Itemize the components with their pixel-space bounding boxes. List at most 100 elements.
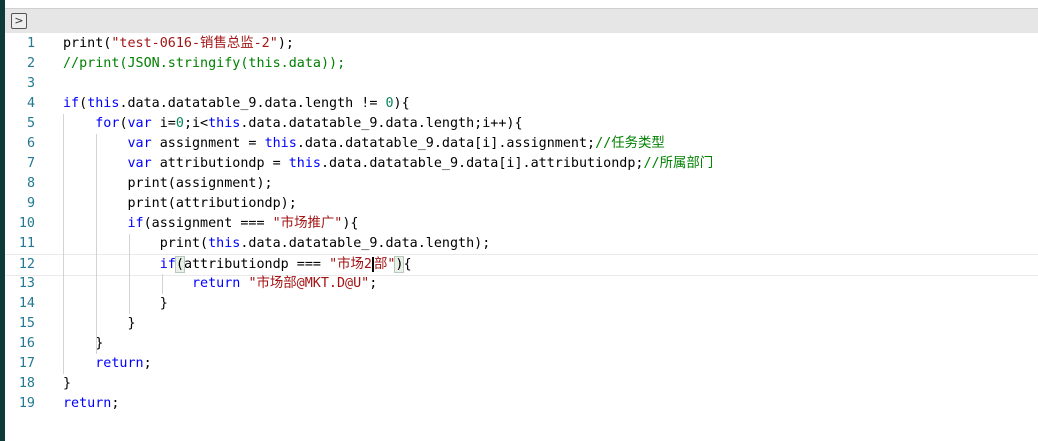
indent-guide: [96, 134, 97, 354]
line-number: 18: [18, 376, 35, 391]
code-line[interactable]: 18}: [5, 374, 1038, 394]
code-text: print("test-0616-销售总监-2");: [63, 34, 294, 54]
code-token: var: [127, 156, 152, 171]
code-line[interactable]: 5 for(var i=0;i<this.data.datatable_9.da…: [5, 114, 1038, 134]
code-line[interactable]: 10 if(assignment === "市场推广"){: [5, 214, 1038, 234]
code-text: return;: [63, 354, 152, 374]
code-line[interactable]: 11 print(this.data.datatable_9.data.leng…: [5, 234, 1038, 254]
code-token: );: [277, 36, 294, 51]
code-token: ;: [143, 356, 152, 371]
code-token: for: [95, 116, 120, 131]
line-number: 13: [18, 276, 35, 291]
code-token: print(: [63, 36, 112, 51]
line-number: 6: [26, 136, 35, 151]
code-text: for(var i=0;i<this.data.datatable_9.data…: [63, 114, 523, 134]
code-token: print(: [63, 236, 209, 251]
code-token: ;: [111, 396, 120, 411]
line-number: 16: [18, 336, 35, 351]
code-text: if(this.data.datatable_9.data.length != …: [63, 94, 410, 114]
code-token: if: [127, 216, 144, 231]
code-token: return: [192, 276, 241, 291]
code-line[interactable]: 8 print(assignment);: [5, 174, 1038, 194]
top-strip: [5, 0, 1038, 9]
code-token: }: [63, 316, 136, 331]
code-token: .data.datatable_9.data[i].assignment;: [296, 136, 596, 151]
code-token: ;: [369, 276, 378, 291]
code-line[interactable]: 17 return;: [5, 354, 1038, 374]
code-token: var: [127, 116, 152, 131]
line-number: 3: [26, 76, 35, 91]
line-number: 15: [18, 316, 35, 331]
code-token: "市场部@MKT.D@U": [248, 276, 370, 291]
code-line[interactable]: 1 print("test-0616-销售总监-2");: [5, 34, 1038, 54]
code-token: this: [288, 156, 321, 171]
code-line[interactable]: 16 }: [5, 334, 1038, 354]
code-line[interactable]: 3: [5, 74, 1038, 94]
code-line[interactable]: 14 }: [5, 294, 1038, 314]
code-token: (assignment ===: [143, 216, 273, 231]
code-text: return;: [63, 394, 119, 414]
code-token: var: [127, 136, 152, 151]
code-token: ;i<: [183, 116, 209, 131]
code-text: }: [63, 334, 103, 354]
code-token: print(attributiondp);: [63, 196, 297, 211]
code-text: //print(JSON.stringify(this.data));: [63, 54, 345, 74]
code-line[interactable]: 12 if(attributiondp === "市场2 部"){: [5, 254, 1038, 276]
code-line[interactable]: 6 var assignment = this.data.datatable_9…: [5, 134, 1038, 154]
code-token: {: [403, 257, 412, 272]
line-number: 1: [26, 36, 35, 51]
code-token: this: [264, 136, 297, 151]
code-token: ){: [393, 96, 410, 111]
line-number: 7: [26, 156, 35, 171]
line-number: 11: [18, 236, 35, 251]
code-line[interactable]: 13 return "市场部@MKT.D@U";: [5, 274, 1038, 294]
code-token: "市场2: [329, 257, 372, 272]
code-token: if: [159, 257, 176, 272]
line-number: 17: [18, 356, 35, 371]
code-line[interactable]: 15 }: [5, 314, 1038, 334]
editor-toolbar: >: [5, 9, 1038, 33]
code-token: "test-0616-销售总监-2": [111, 36, 278, 51]
code-text: }: [63, 314, 136, 334]
code-token: return: [95, 356, 144, 371]
code-line[interactable]: 19 return;: [5, 394, 1038, 414]
code-editor[interactable]: 1 print("test-0616-销售总监-2"); 2//print(JSON…: [5, 34, 1038, 441]
indent-guide: [129, 234, 130, 314]
code-text: return "市场部@MKT.D@U";: [63, 274, 377, 294]
code-token: }: [63, 336, 104, 351]
chevron-right-icon[interactable]: >: [11, 13, 27, 29]
line-number: 5: [26, 116, 35, 131]
indent-guide: [63, 114, 64, 374]
code-text: }: [63, 374, 71, 394]
code-token: 0: [385, 96, 394, 111]
code-token: attributiondp =: [151, 156, 289, 171]
code-token: //任务类型: [595, 136, 665, 151]
code-line[interactable]: 4 if(this.data.datatable_9.data.length !=…: [5, 94, 1038, 114]
code-token: (: [174, 256, 185, 273]
code-token: attributiondp ===: [183, 257, 330, 272]
code-token: this: [208, 116, 241, 131]
code-token: }: [63, 376, 72, 391]
code-token: }: [63, 296, 168, 311]
line-number: 8: [26, 176, 35, 191]
code-token: "市场推广": [272, 216, 343, 231]
line-number: 9: [26, 196, 35, 211]
line-number: 2: [26, 56, 35, 71]
code-line[interactable]: 9 print(attributiondp);: [5, 194, 1038, 214]
code-token: ){: [342, 216, 359, 231]
indent-guide: [162, 274, 163, 294]
line-number: 12: [18, 257, 35, 272]
code-token: (: [79, 96, 88, 111]
code-token: this: [208, 236, 241, 251]
code-token: .data.datatable_9.data.length;i++){: [240, 116, 523, 131]
line-number: 4: [26, 96, 35, 111]
code-token: i=: [151, 116, 176, 131]
code-text: var assignment = this.data.datatable_9.d…: [63, 134, 665, 154]
code-text: print(this.data.datatable_9.data.length)…: [63, 234, 491, 254]
code-line[interactable]: 2 //print(JSON.stringify(this.data));: [5, 54, 1038, 74]
code-line[interactable]: 7 var attributiondp = this.data.datatabl…: [5, 154, 1038, 174]
